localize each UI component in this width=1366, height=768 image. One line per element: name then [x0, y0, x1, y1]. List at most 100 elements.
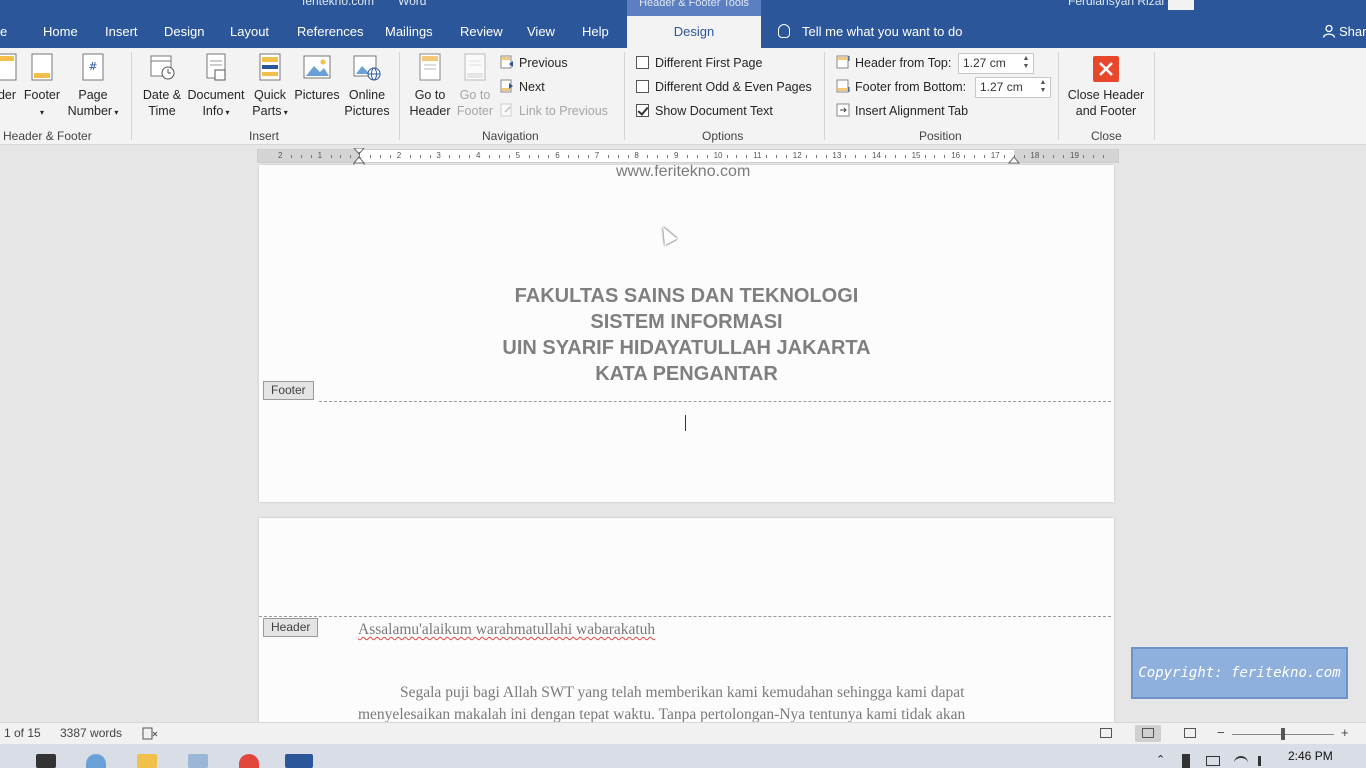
- page-count[interactable]: 1 of 15: [4, 726, 41, 740]
- different-odd-even-checkbox[interactable]: Different Odd & Even Pages: [636, 77, 812, 97]
- zoom-out-button[interactable]: −: [1217, 725, 1225, 740]
- task-view-icon[interactable]: [36, 754, 56, 768]
- next-button[interactable]: Next: [500, 77, 545, 97]
- ruler-tick: [696, 155, 698, 158]
- page-number-button[interactable]: # Page Number ▾: [64, 52, 122, 121]
- checkbox-checked[interactable]: [636, 104, 649, 117]
- header-from-top-input[interactable]: 1.27 cm ▲ ▼: [958, 53, 1034, 74]
- document-page[interactable]: www.feritekno.com FAKULTAS SAINS DAN TEK…: [259, 165, 1114, 502]
- show-document-text-checkbox[interactable]: Show Document Text: [636, 101, 773, 121]
- group-divider: [131, 52, 132, 140]
- footer-from-bottom-input[interactable]: 1.27 cm ▲ ▼: [975, 77, 1051, 98]
- person-icon: [1322, 24, 1336, 38]
- online-pictures-button[interactable]: Online Pictures: [342, 52, 392, 119]
- ruler-tick: [380, 155, 381, 158]
- ruler-tick: [974, 155, 975, 158]
- ruler-number: 6: [555, 151, 560, 160]
- tell-me-search[interactable]: Tell me what you want to do: [775, 16, 962, 48]
- print-layout-button[interactable]: [1135, 725, 1161, 742]
- checkbox-unchecked[interactable]: [636, 56, 649, 69]
- ruler-tick: [587, 155, 589, 158]
- go-to-header-button[interactable]: Go to Header: [407, 52, 453, 119]
- group-label-close: Close: [1091, 129, 1122, 143]
- date-time-button[interactable]: Date & Time: [139, 52, 185, 119]
- header-from-top-label: Header from Top:: [836, 53, 951, 73]
- network-icon[interactable]: [1206, 756, 1220, 766]
- footer-position-icon: [836, 79, 850, 93]
- ruler-tick: [1082, 155, 1084, 158]
- battery-icon[interactable]: [1182, 754, 1190, 768]
- wifi-icon[interactable]: [1234, 756, 1248, 766]
- pictures-button[interactable]: Pictures: [293, 52, 341, 103]
- link-to-previous-button[interactable]: Link to Previous: [500, 101, 608, 121]
- spin-arrows-icon[interactable]: ▲ ▼: [1038, 79, 1048, 96]
- ruler-tick: [370, 155, 372, 158]
- document-info-button[interactable]: Document Info ▾: [186, 52, 246, 121]
- system-clock[interactable]: 2:46 PM: [1288, 749, 1333, 763]
- tab-layout[interactable]: Layout: [230, 16, 269, 48]
- status-bar: 1 of 15 3387 words − +: [0, 722, 1366, 744]
- tab-insert[interactable]: Insert: [105, 16, 138, 48]
- tab-header-footer-design[interactable]: Design: [627, 16, 761, 48]
- close-header-footer-button[interactable]: Close Header and Footer: [1064, 56, 1148, 119]
- volume-icon[interactable]: [1258, 756, 1268, 766]
- group-divider: [824, 52, 825, 140]
- ruler-number: 2: [278, 151, 283, 160]
- app-icon[interactable]: [188, 754, 208, 768]
- user-name[interactable]: Ferdiansyah Rizal F: [1068, 0, 1175, 8]
- ruler-tick: [776, 155, 777, 158]
- quick-parts-button[interactable]: Quick Parts ▾: [248, 52, 292, 121]
- checkbox-unchecked[interactable]: [636, 80, 649, 93]
- ruler-tick: [459, 155, 461, 158]
- pictures-icon: [303, 55, 331, 79]
- spin-arrows-icon[interactable]: ▲ ▼: [1021, 55, 1031, 72]
- tab-help[interactable]: Help: [582, 16, 609, 48]
- calendar-clock-icon: [150, 55, 175, 80]
- ribbon: der Footer ▾ # Page Number ▾ Header & Foot…: [0, 48, 1366, 145]
- file-explorer-icon[interactable]: [137, 754, 157, 768]
- chrome-icon[interactable]: [239, 754, 259, 768]
- tab-home[interactable]: Home: [43, 16, 78, 48]
- tab-review[interactable]: Review: [460, 16, 503, 48]
- chevron-up-icon[interactable]: ⌃: [1156, 753, 1165, 766]
- title-line-4: KATA PENGANTAR: [595, 363, 778, 385]
- go-to-footer-button[interactable]: Go to Footer: [454, 52, 496, 119]
- read-mode-button[interactable]: [1093, 725, 1119, 742]
- ruler-number: 7: [594, 151, 600, 160]
- tab-design[interactable]: Design: [164, 16, 204, 48]
- quick-parts-icon: [259, 53, 281, 81]
- proofing-icon[interactable]: [142, 727, 158, 740]
- header-position-icon: [836, 55, 850, 69]
- document-page[interactable]: Header Assalamu'alaikum warahmatullahi w…: [259, 518, 1114, 728]
- share-label: Shar: [1339, 24, 1366, 39]
- paint-icon[interactable]: [86, 754, 106, 768]
- insert-alignment-tab-button[interactable]: Insert Alignment Tab: [836, 101, 968, 121]
- share-button[interactable]: Shar: [1322, 16, 1366, 48]
- tab-view[interactable]: View: [527, 16, 555, 48]
- tab-file[interactable]: e: [0, 16, 7, 48]
- horizontal-ruler[interactable]: 2 1 1 2 3 4 5 6 7 8 9 10 11 12 13 14 15 16 17 18 19: [257, 148, 1119, 166]
- group-divider: [624, 52, 625, 140]
- book-icon: [1100, 728, 1112, 738]
- zoom-in-button[interactable]: +: [1341, 725, 1349, 740]
- word-icon[interactable]: [285, 754, 313, 768]
- tab-mailings[interactable]: Mailings: [385, 16, 433, 48]
- ruler-tick: [1102, 155, 1104, 158]
- header-button[interactable]: der: [0, 52, 20, 103]
- ruler-tick: [667, 155, 669, 158]
- ruler-tick: [736, 155, 738, 158]
- zoom-slider-thumb[interactable]: [1281, 728, 1285, 740]
- ruler-tick: [686, 155, 688, 158]
- previous-button[interactable]: Previous: [500, 53, 568, 73]
- tab-references[interactable]: References: [297, 16, 363, 48]
- avatar[interactable]: [1168, 0, 1194, 10]
- footer-button[interactable]: Footer ▾: [22, 52, 62, 121]
- ruler-number: 18: [1030, 151, 1040, 160]
- word-count[interactable]: 3387 words: [60, 726, 122, 740]
- different-first-page-checkbox[interactable]: Different First Page: [636, 53, 762, 73]
- ruler-number: 16: [951, 151, 961, 160]
- ruler-tick: [766, 155, 768, 158]
- alignment-tab-icon: [836, 103, 850, 117]
- ruler-tick: [429, 155, 431, 158]
- web-layout-button[interactable]: [1177, 725, 1203, 742]
